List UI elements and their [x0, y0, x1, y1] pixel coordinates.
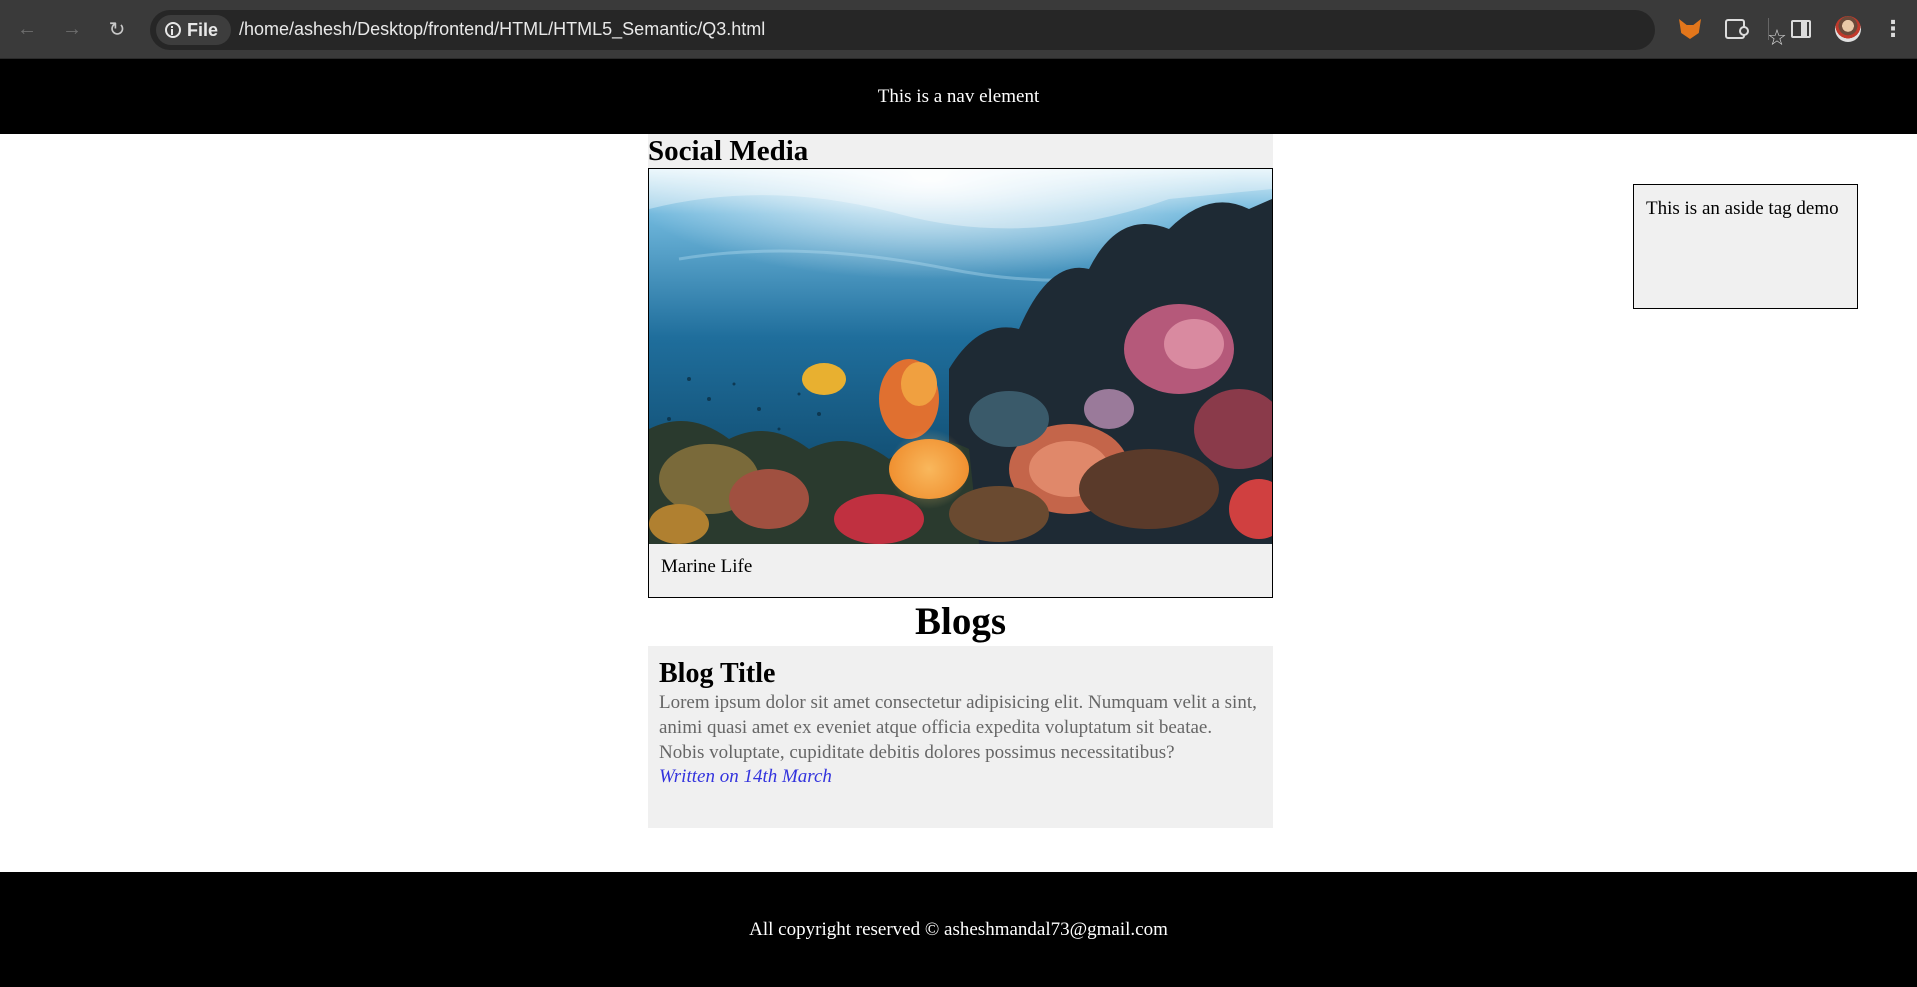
footer-text: All copyright reserved © asheshmandal73@…	[749, 918, 1168, 940]
social-media-section: Social Media Marine Life	[648, 134, 1273, 598]
aside-text: This is an aside tag demo	[1646, 198, 1839, 219]
blog-article: Blog Title Lorem ipsum dolor sit amet co…	[648, 646, 1273, 828]
info-icon	[165, 22, 181, 38]
site-chip-label: File	[187, 19, 219, 40]
blogs-heading: Blogs	[914, 600, 1007, 643]
blog-date: Written on 14th March	[659, 766, 832, 787]
nav-text: This is a nav element	[877, 85, 1040, 107]
marine-life-image	[649, 169, 1272, 544]
blog-body: Lorem ipsum dolor sit amet consectetur a…	[659, 692, 1257, 763]
metamask-fox-icon[interactable]	[1675, 14, 1705, 44]
browser-toolbar: ← → ↻ File /home/ashesh/Desktop/frontend…	[0, 0, 1917, 59]
site-nav: This is a nav element	[0, 59, 1917, 134]
url-text[interactable]: /home/ashesh/Desktop/frontend/HTML/HTML5…	[239, 19, 765, 40]
aside-box: This is an aside tag demo	[1633, 184, 1858, 309]
menu-kebab-icon[interactable]: ⋮	[1878, 14, 1908, 44]
marine-figure: Marine Life	[648, 168, 1273, 598]
back-arrow-icon[interactable]: ←	[11, 13, 43, 45]
main-content: Social Media Marine Life Blogs Blog Titl…	[648, 134, 1273, 828]
blog-title: Blog Title	[659, 658, 776, 689]
toolbar-divider	[1768, 18, 1769, 40]
profile-avatar-icon[interactable]	[1833, 14, 1863, 44]
address-bar[interactable]: File /home/ashesh/Desktop/frontend/HTML/…	[150, 10, 1787, 50]
extensions-puzzle-icon[interactable]	[1720, 14, 1750, 44]
reload-icon[interactable]: ↻	[101, 13, 133, 45]
forward-arrow-icon[interactable]: →	[56, 13, 88, 45]
image-caption: Marine Life	[661, 556, 753, 577]
site-footer: All copyright reserved © asheshmandal73@…	[0, 872, 1917, 987]
social-media-heading: Social Media	[648, 135, 809, 167]
site-info-chip[interactable]: File	[156, 15, 231, 45]
side-panel-icon[interactable]	[1786, 14, 1816, 44]
blogs-section: Blogs Blog Title Lorem ipsum dolor sit a…	[648, 598, 1273, 828]
